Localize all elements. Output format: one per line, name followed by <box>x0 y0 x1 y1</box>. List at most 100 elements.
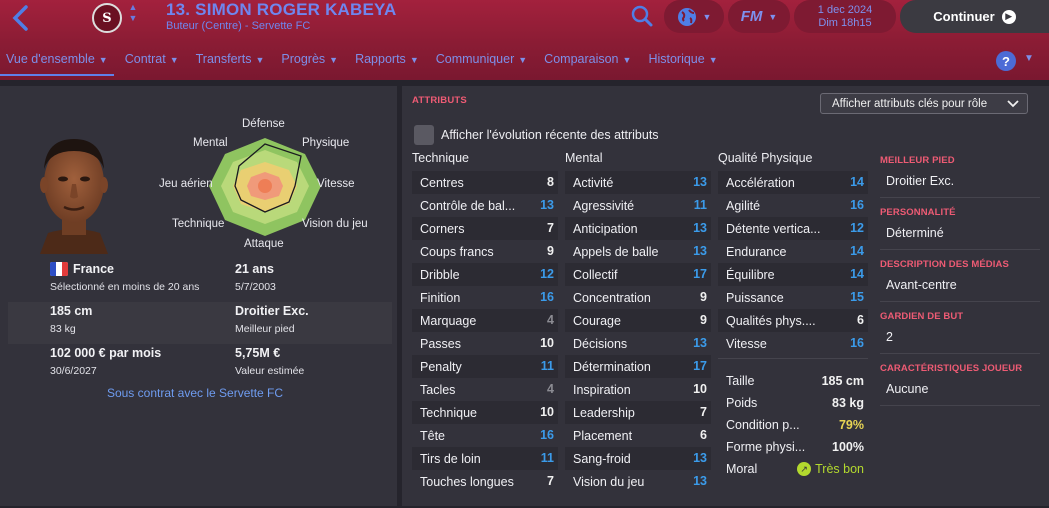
attribute-row[interactable]: Centres 8 <box>412 171 558 194</box>
attribute-value: 16 <box>850 198 864 212</box>
radar-label-mental: Mental <box>193 137 228 149</box>
attribute-row[interactable]: Courage 9 <box>565 309 711 332</box>
attribute-row[interactable]: Technique 10 <box>412 401 558 424</box>
tab-4[interactable]: Rapports ▼ <box>349 48 425 76</box>
attributes-panel: ATTRIBUTS Afficher attributs clés pour r… <box>402 86 1049 506</box>
attribute-value: 6 <box>700 428 707 442</box>
radar-label-jeu-aerien: Jeu aérien <box>159 178 213 190</box>
attribute-row[interactable]: Coups francs 9 <box>412 240 558 263</box>
contract-link[interactable]: Sous contrat avec le Servette FC <box>0 386 390 400</box>
age-cell: 21 ans 5/7/2003 <box>235 262 276 293</box>
attribute-row[interactable]: Appels de balle 13 <box>565 240 711 263</box>
tab-0[interactable]: Vue d'ensemble ▼ <box>0 48 114 76</box>
physical-stat-value: 185 cm <box>821 374 864 388</box>
player-face-image <box>28 129 120 254</box>
player-position-club[interactable]: Buteur (Centre) - Servette FC <box>166 20 310 32</box>
attribute-row[interactable]: Détente vertica... 12 <box>718 217 868 240</box>
nationality-cell[interactable]: France Sélectionné en moins de 20 ans <box>50 262 230 293</box>
recent-evolution-label: Afficher l'évolution récente des attribu… <box>441 128 659 142</box>
attribute-name: Accélération <box>726 176 795 190</box>
attribute-name: Technique <box>420 406 477 420</box>
physical-stat-name: Condition p... <box>726 418 800 432</box>
tab-2[interactable]: Transferts ▼ <box>190 48 271 76</box>
fm-menu-button[interactable]: FM ▼ <box>728 0 790 33</box>
date-display[interactable]: 1 dec 2024 Dim 18h15 <box>794 0 896 33</box>
attribute-row[interactable]: Penalty 11 <box>412 355 558 378</box>
player-switch-arrows[interactable]: ▲ ▼ <box>126 2 140 24</box>
fm-logo-icon: FM <box>740 8 763 25</box>
player-details-sidebar: MEILLEUR PIED Droitier Exc. PERSONNALITÉ Dé… <box>880 146 1040 406</box>
sidebar-heading: DESCRIPTION DES MÉDIAS <box>880 259 1009 270</box>
attribute-row[interactable]: Contrôle de bal... 13 <box>412 194 558 217</box>
physical-stat-name: Poids <box>726 396 758 410</box>
attribute-row[interactable]: Vision du jeu 13 <box>565 470 711 493</box>
chevron-down-icon <box>1007 99 1019 107</box>
attribute-row[interactable]: Corners 7 <box>412 217 558 240</box>
attribute-row[interactable]: Agressivité 11 <box>565 194 711 217</box>
attribute-row[interactable]: Tacles 4 <box>412 378 558 401</box>
attribute-name: Vitesse <box>726 337 767 351</box>
attribute-value: 10 <box>540 336 554 350</box>
attribute-row[interactable]: Équilibre 14 <box>718 263 868 286</box>
key-attributes-dropdown[interactable]: Afficher attributs clés pour rôle <box>820 93 1028 114</box>
club-crest-icon[interactable]: S <box>92 3 122 33</box>
tab-6[interactable]: Comparaison ▼ <box>538 48 637 76</box>
chevron-down-icon: ▼ <box>518 55 528 65</box>
chevron-down-icon[interactable]: ▼ <box>126 13 140 24</box>
player-name: 13. SIMON ROGER KABEYA <box>166 0 397 19</box>
attribute-row[interactable]: Dribble 12 <box>412 263 558 286</box>
attribute-value: 4 <box>547 382 554 396</box>
tab-7[interactable]: Historique ▼ <box>642 48 723 76</box>
sidebar-heading: GARDIEN DE BUT <box>880 311 964 322</box>
recent-evolution-checkbox[interactable] <box>414 125 434 145</box>
attribute-value: 13 <box>693 244 707 258</box>
attribute-row[interactable]: Accélération 14 <box>718 171 868 194</box>
attribute-row[interactable]: Décisions 13 <box>565 332 711 355</box>
attribute-name: Penalty <box>420 360 462 374</box>
back-arrow-icon[interactable] <box>10 4 32 32</box>
attribute-row[interactable]: Leadership 7 <box>565 401 711 424</box>
attribute-row[interactable]: Tête 16 <box>412 424 558 447</box>
continue-button[interactable]: Continuer ▶ <box>900 0 1049 33</box>
attribute-value: 14 <box>850 244 864 258</box>
attribute-row[interactable]: Collectif 17 <box>565 263 711 286</box>
attribute-row[interactable]: Agilité 16 <box>718 194 868 217</box>
attribute-value: 16 <box>850 336 864 350</box>
attribute-row[interactable]: Anticipation 13 <box>565 217 711 240</box>
attribute-row[interactable]: Finition 16 <box>412 286 558 309</box>
attribute-row[interactable]: Tirs de loin 11 <box>412 447 558 470</box>
morale-icon: ↗ <box>797 462 812 476</box>
physical-stat-value: 83 kg <box>832 396 864 410</box>
tab-3[interactable]: Progrès ▼ <box>275 48 344 76</box>
attribute-row[interactable]: Passes 10 <box>412 332 558 355</box>
chevron-up-icon[interactable]: ▲ <box>126 2 140 13</box>
chevron-down-icon[interactable]: ▼ <box>1024 53 1034 64</box>
attribute-value: 11 <box>540 359 554 373</box>
attribute-row[interactable]: Puissance 15 <box>718 286 868 309</box>
help-icon[interactable]: ? <box>996 51 1016 71</box>
radar-label-defense: Défense <box>242 118 285 130</box>
tab-1[interactable]: Contrat ▼ <box>119 48 185 76</box>
attribute-row[interactable]: Sang-froid 13 <box>565 447 711 470</box>
attribute-row[interactable]: Placement 6 <box>565 424 711 447</box>
attribute-row[interactable]: Vitesse 16 <box>718 332 868 355</box>
mental-header: Mental <box>565 151 603 165</box>
attribute-row[interactable]: Concentration 9 <box>565 286 711 309</box>
height-cell: 185 cm 83 kg <box>50 304 93 335</box>
attribute-row[interactable]: Endurance 14 <box>718 240 868 263</box>
continue-label: Continuer <box>933 9 995 24</box>
tab-5[interactable]: Communiquer ▼ <box>430 48 533 76</box>
attribute-row[interactable]: Détermination 17 <box>565 355 711 378</box>
attribute-row[interactable]: Inspiration 10 <box>565 378 711 401</box>
physical-stat-value: 100% <box>832 440 864 454</box>
search-icon[interactable] <box>630 4 654 28</box>
attribute-row[interactable]: Activité 13 <box>565 171 711 194</box>
attribute-row[interactable]: Touches longues 7 <box>412 470 558 493</box>
attribute-row[interactable]: Qualités phys.... 6 <box>718 309 868 332</box>
chevron-down-icon: ▼ <box>98 55 108 65</box>
world-menu-button[interactable]: ▼ <box>664 0 724 33</box>
attribute-name: Détente vertica... <box>726 222 821 236</box>
attribute-row[interactable]: Marquage 4 <box>412 309 558 332</box>
attribute-value: 9 <box>547 244 554 258</box>
current-time: Dim 18h15 <box>818 16 872 29</box>
